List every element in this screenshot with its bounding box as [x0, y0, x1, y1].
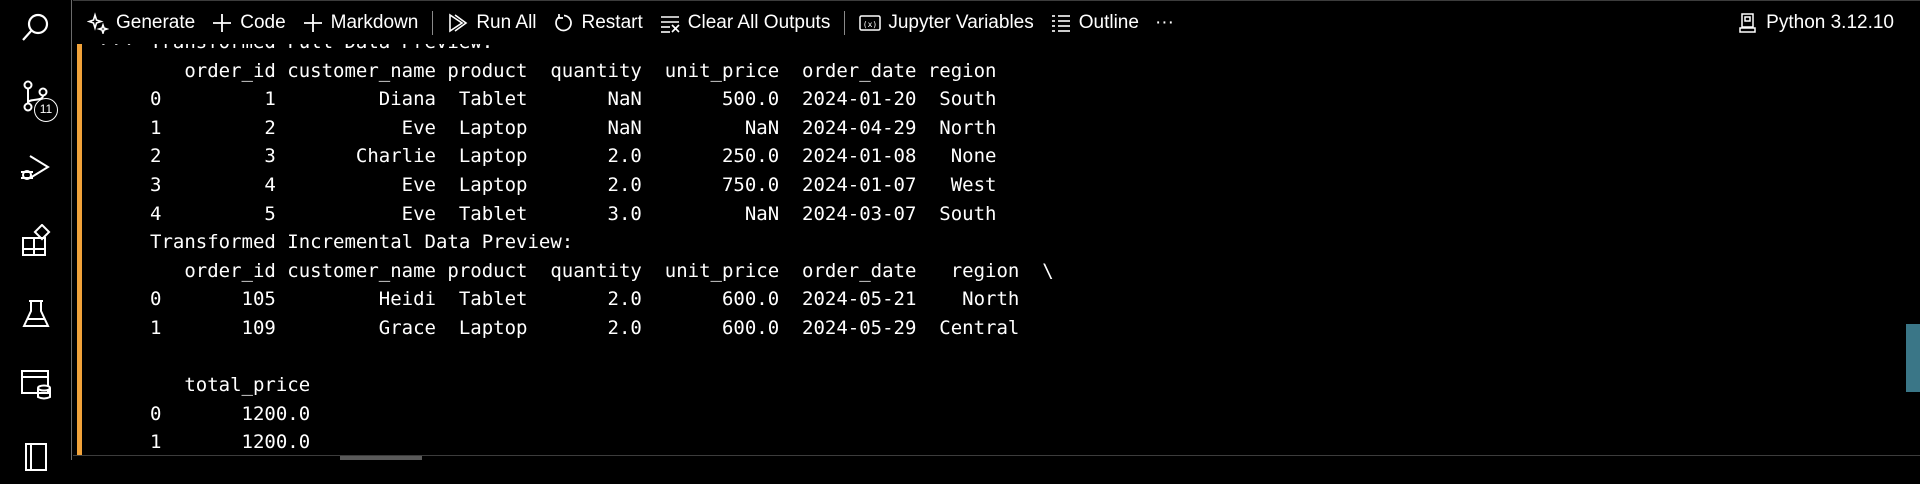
sparkle-icon [87, 12, 109, 34]
activity-bar: 11 [0, 0, 72, 471]
toolbar-divider [432, 11, 434, 35]
vertical-scrollbar-thumb[interactable] [1906, 324, 1920, 392]
outline-button[interactable]: Outline [1042, 6, 1147, 40]
notebook-icon[interactable] [0, 428, 72, 484]
search-icon[interactable] [0, 0, 72, 56]
add-markdown-button[interactable]: Markdown [294, 6, 427, 40]
extensions-icon[interactable] [0, 214, 72, 270]
variables-button[interactable]: (x) Jupyter Variables [851, 6, 1041, 40]
database-icon[interactable] [0, 356, 72, 412]
more-actions-button[interactable]: ··· [1147, 6, 1182, 40]
source-control-badge: 11 [34, 98, 58, 122]
output-text: Transformed Full Data Preview: order_id … [150, 44, 1054, 454]
run-all-button[interactable]: Run All [439, 6, 544, 40]
outline-icon [1051, 15, 1070, 32]
cell-status-bar [77, 44, 82, 456]
plus-icon [213, 14, 232, 32]
restart-icon [554, 14, 572, 32]
svg-text:(x): (x) [863, 20, 877, 29]
clear-outputs-label: Clear All Outputs [687, 12, 831, 33]
run-all-icon [449, 13, 468, 33]
run-all-label: Run All [476, 12, 537, 33]
horizontal-scrollbar-thumb[interactable] [340, 456, 422, 460]
testing-icon[interactable] [0, 286, 72, 342]
generate-label: Generate [116, 12, 196, 33]
kernel-label: Python 3.12.10 [1766, 12, 1894, 33]
output-collapse-marker[interactable]: ··· [98, 44, 137, 55]
clear-outputs-button[interactable]: Clear All Outputs [651, 6, 839, 40]
variables-label: Jupyter Variables [888, 12, 1034, 33]
markdown-label: Markdown [330, 12, 419, 33]
notebook-toolbar: Generate Code Markdown Run All Restart C… [73, 0, 1920, 45]
kernel-picker[interactable]: Python 3.12.10 [1729, 6, 1902, 40]
code-label: Code [240, 12, 286, 33]
restart-button[interactable]: Restart [545, 6, 651, 40]
kernel-icon [1739, 13, 1756, 33]
outline-label: Outline [1078, 12, 1139, 33]
plus-icon [303, 14, 322, 32]
add-code-button[interactable]: Code [203, 6, 293, 40]
clear-all-icon [660, 16, 680, 33]
generate-button[interactable]: Generate [79, 6, 203, 40]
run-debug-icon[interactable] [0, 140, 72, 196]
source-control-icon[interactable]: 11 [0, 68, 72, 124]
restart-label: Restart [581, 12, 643, 33]
toolbar-divider [844, 11, 846, 35]
variables-icon: (x) [859, 15, 882, 31]
more-label: ··· [1154, 12, 1174, 33]
cell-output: ··· Transformed Full Data Preview: order… [98, 44, 1890, 456]
